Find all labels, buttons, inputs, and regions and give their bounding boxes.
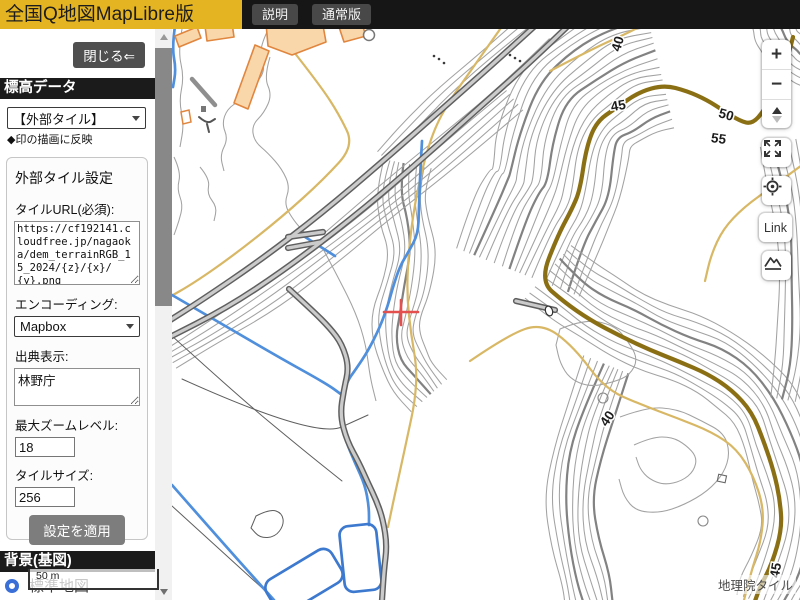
geolocate-button[interactable] bbox=[762, 176, 791, 205]
index-contour-olive-layer bbox=[545, 37, 793, 600]
scrollbar-thumb[interactable] bbox=[155, 48, 172, 306]
elevation-source-select-value: 【外部タイル】 bbox=[13, 109, 104, 128]
contour-label: 50 bbox=[717, 105, 736, 124]
pitch-toggle-button[interactable] bbox=[762, 100, 791, 129]
max-zoom-label: 最大ズームレベル: bbox=[15, 415, 140, 434]
map-attribution[interactable]: 地理院タイル bbox=[715, 575, 796, 594]
fullscreen-button[interactable] bbox=[762, 138, 791, 167]
field-boundary-layer bbox=[172, 336, 368, 597]
building-layer bbox=[175, 29, 375, 132]
terrain-button[interactable] bbox=[762, 251, 791, 280]
mountain-icon bbox=[762, 251, 784, 273]
contour-label: 40 bbox=[608, 34, 627, 53]
source-label: 出典表示: bbox=[15, 346, 140, 365]
elevation-data-header: 標高データ bbox=[0, 78, 155, 99]
elevation-source-select[interactable]: 【外部タイル】 bbox=[7, 107, 146, 129]
help-button[interactable]: 説明 bbox=[252, 4, 298, 25]
arrow-up-icon bbox=[160, 34, 168, 40]
contour-label: 40 bbox=[597, 408, 618, 429]
scrollbar-up-button[interactable] bbox=[155, 29, 172, 45]
arrow-down-icon bbox=[160, 589, 168, 595]
contour-label: 45 bbox=[610, 97, 628, 114]
triangle-up-icon bbox=[772, 107, 782, 114]
tile-url-textarea[interactable]: https://cf192141.cloudfree.jp/nagaoka/de… bbox=[14, 221, 140, 285]
contour-label: 55 bbox=[710, 130, 727, 147]
triangle-down-icon bbox=[772, 116, 782, 123]
tile-size-input[interactable] bbox=[15, 487, 75, 507]
map-svg: 404550554045 bbox=[172, 29, 800, 600]
panel-title: 外部タイル設定 bbox=[15, 168, 140, 188]
source-textarea[interactable]: 林野庁 bbox=[14, 368, 140, 406]
tile-url-label: タイルURL(必須): bbox=[15, 199, 140, 218]
zoom-in-button[interactable]: + bbox=[762, 40, 791, 69]
zoom-control-group: + − bbox=[762, 40, 791, 128]
map-canvas[interactable]: 404550554045 + − Link 地理院タイル bbox=[172, 29, 800, 600]
encoding-label: エンコーディング: bbox=[15, 294, 140, 313]
chevron-down-icon bbox=[132, 116, 140, 121]
map-symbols-layer bbox=[433, 54, 727, 526]
top-bar: 全国Q地図MapLibre版 説明 通常版 bbox=[0, 0, 800, 29]
elevation-note: ◆印の描画に反映 bbox=[7, 131, 92, 147]
map-scale-bar: 50 m bbox=[28, 569, 159, 590]
tile-size-label: タイルサイズ: bbox=[15, 465, 140, 484]
fullscreen-icon bbox=[762, 138, 783, 159]
app-title: 全国Q地図MapLibre版 bbox=[0, 0, 242, 29]
close-sidebar-button[interactable]: 閉じる⇐ bbox=[73, 42, 145, 68]
radio-selected-icon[interactable] bbox=[5, 579, 19, 593]
max-zoom-input[interactable] bbox=[15, 437, 75, 457]
sidebar: 閉じる⇐ 標高データ 【外部タイル】 ◆印の描画に反映 外部タイル設定 タイルU… bbox=[0, 29, 155, 600]
normal-version-button[interactable]: 通常版 bbox=[312, 4, 371, 25]
contour-lines-layer bbox=[172, 29, 800, 600]
encoding-select-value: Mapbox bbox=[20, 319, 66, 334]
sidebar-scrollbar[interactable] bbox=[155, 29, 172, 600]
external-tile-settings-panel: 外部タイル設定 タイルURL(必須): https://cf192141.clo… bbox=[6, 157, 148, 540]
encoding-select[interactable]: Mapbox bbox=[14, 316, 140, 337]
zoom-out-button[interactable]: − bbox=[762, 70, 791, 99]
geolocate-icon bbox=[762, 176, 783, 197]
apply-settings-button[interactable]: 設定を適用 bbox=[29, 515, 125, 545]
chevron-down-icon bbox=[126, 324, 134, 329]
link-button[interactable]: Link bbox=[759, 213, 792, 242]
